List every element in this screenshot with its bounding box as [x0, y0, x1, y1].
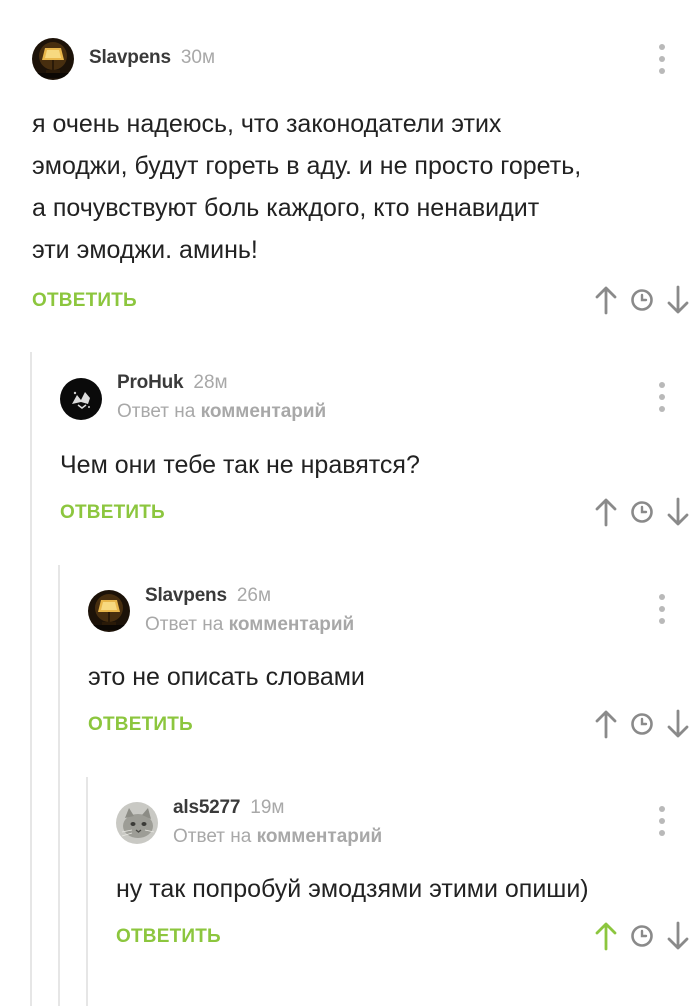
reply-button[interactable]: ОТВЕТИТЬ [116, 926, 221, 948]
reply-to-target[interactable]: комментарий [257, 826, 383, 847]
cat-avatar-icon [116, 802, 158, 844]
comment-text: ну так попробуй эмодзями этими опиши) [116, 868, 696, 910]
more-options-icon[interactable] [652, 806, 672, 836]
comment-time: 19м [250, 797, 285, 818]
text-line: ну так попробуй эмодзями этими опиши) [116, 875, 589, 903]
comment-actions [582, 921, 690, 951]
comment-author[interactable]: als5277 19м [173, 797, 284, 819]
clock-icon[interactable] [630, 924, 654, 948]
avatar[interactable] [116, 802, 158, 844]
reply-to-prefix: Ответ на [173, 826, 252, 847]
author-name[interactable]: als5277 [173, 797, 240, 818]
comment: als5277 19м Ответ на комментарий ну так п… [0, 0, 700, 990]
downvote-icon[interactable] [666, 921, 690, 951]
upvote-icon-active[interactable] [594, 921, 618, 951]
reply-to-link[interactable]: Ответ на комментарий [173, 826, 382, 848]
